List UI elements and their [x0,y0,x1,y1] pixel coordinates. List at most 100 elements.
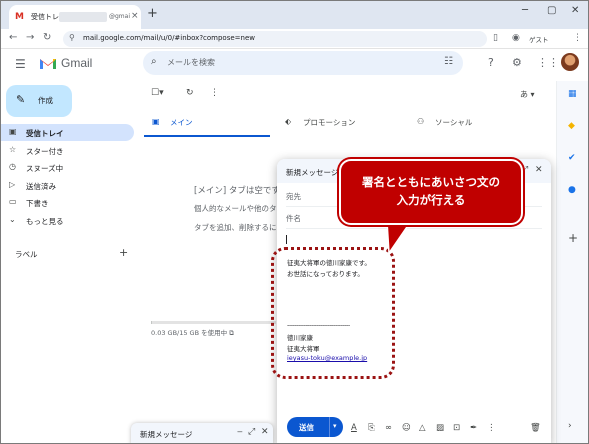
highlight-outline [271,247,395,379]
signature-pen-icon[interactable]: ✒ [470,423,477,433]
empty-state-title: [メイン] タブは空です [194,186,280,196]
close-window-icon[interactable]: ✕ [571,5,579,16]
tasks-icon[interactable]: ✔ [568,153,576,163]
gmail-logo-icon[interactable] [39,56,57,70]
fullscreen-icon[interactable]: ⤢ [248,427,255,437]
annotation-callout: 署名とともにあいさつ文の 入力が行える [339,159,523,225]
browser-toolbar: ← → ↻ ⚲ mail.google.com/mail/u/0/#inbox?… [1,29,588,49]
sidebar-item-starred[interactable]: ☆ スター付き [1,142,134,159]
help-icon[interactable]: ? [488,56,494,69]
search-input[interactable]: メールを検索 [167,57,215,68]
send-button[interactable]: 送信 ▾ [287,417,343,437]
expand-panel-icon[interactable]: › [568,421,572,431]
link-icon[interactable]: ∞ [385,423,392,433]
more-options-icon[interactable]: ⋮ [487,423,496,433]
screenshot-frame: M 受信トレイ @gmai × + ─ ▢ ✕ ← → ↻ ⚲ mail.goo… [0,0,589,444]
sidebar-item-label: 受信トレイ [26,129,64,138]
browser-menu-icon[interactable]: ⋮ [573,33,582,43]
drive-icon[interactable]: △ [419,423,426,433]
callout-line: 入力が行える [396,193,466,207]
tab-primary[interactable]: ▣ メイン [152,109,272,137]
refresh-icon[interactable]: ↻ [186,88,194,98]
new-tab-button[interactable]: + [147,6,158,21]
url-text[interactable]: mail.google.com/mail/u/0/#inbox?compose=… [83,34,255,42]
search-icon[interactable]: ⌕ [151,56,157,67]
address-bar[interactable]: ⚲ mail.google.com/mail/u/0/#inbox?compos… [63,31,487,47]
calendar-icon[interactable]: ▦ [568,89,577,99]
sidebar-item-label: 送信済み [26,182,56,191]
search-bar[interactable]: ⌕ メールを検索 ☷ [143,51,463,75]
tab-close-icon[interactable]: × [131,11,139,21]
minimized-compose-title: 新規メッセージ [140,430,193,439]
chevron-down-icon: ⌄ [9,215,16,224]
reload-icon[interactable]: ↻ [43,32,51,43]
minimized-compose-window[interactable]: 新規メッセージ ‒ ⤢ ✕ [131,423,273,443]
main-menu-icon[interactable]: ☰ [15,57,26,71]
trash-icon[interactable]: 🗑 [530,423,541,433]
sidebar-item-inbox[interactable]: ▣ 受信トレイ [1,124,134,141]
callout-line: 署名とともにあいさつ文の [362,175,500,189]
external-link-icon[interactable]: ⧉ [229,329,234,337]
schedule-send-icon[interactable]: ▾ [333,422,337,430]
back-icon[interactable]: ← [9,32,17,43]
add-addon-icon[interactable]: + [568,231,578,245]
close-icon[interactable]: ✕ [261,427,269,437]
keep-icon[interactable]: ◆ [568,121,575,131]
tab-redacted-address [59,12,107,22]
compose-title: 新規メッセージ [286,168,339,177]
storage-usage-label: 0.03 GB/15 GB を使用中 [151,329,228,337]
storage-usage-bar [151,321,276,324]
side-panel-icon[interactable]: ▯ [493,33,498,43]
settings-gear-icon[interactable]: ⚙ [512,56,522,69]
browser-tab[interactable]: M 受信トレイ @gmai × [9,5,141,29]
photo-icon[interactable]: ▨ [436,423,444,433]
forward-icon[interactable]: → [26,32,34,43]
labels-heading: ラベル [15,250,38,259]
tab-label: ソーシャル [435,118,473,127]
search-options-icon[interactable]: ☷ [444,56,453,67]
empty-state-text: 個人的なメールや他のタ [194,204,277,213]
pencil-icon: ✎ [16,93,26,106]
close-icon[interactable]: ✕ [535,165,543,175]
compose-button[interactable]: ✎ 作成 [6,85,72,117]
maximize-window-icon[interactable]: ▢ [547,5,556,16]
account-avatar[interactable] [561,53,579,71]
site-info-icon[interactable]: ⚲ [69,33,75,42]
sidebar-item-more[interactable]: ⌄ もっと見る [1,212,134,229]
apps-grid-icon[interactable]: ⋮⋮ [537,56,559,69]
side-panel: ▦ ◆ ✔ ● + › [556,81,588,443]
tab-social[interactable]: ⚇ ソーシャル [417,109,537,137]
sidebar-item-label: 下書き [26,199,49,208]
tag-icon: ⬖ [285,117,292,126]
add-label-icon[interactable]: + [119,246,128,259]
minimize-window-icon[interactable]: ─ [522,5,528,16]
contacts-icon[interactable]: ● [568,185,576,195]
subject-label: 件名 [286,214,301,223]
send-label: 送信 [299,423,314,432]
input-tools-button[interactable]: あ ▾ [520,89,535,100]
app-name[interactable]: Gmail [61,56,92,70]
to-label: 宛先 [286,192,301,201]
select-checkbox[interactable]: ☐▾ [151,88,164,98]
confidential-icon[interactable]: ⊡ [453,423,460,433]
tab-label: メイン [170,118,193,127]
sidebar-item-snoozed[interactable]: ◷ スヌーズ中 [1,159,134,176]
guest-label[interactable]: ゲスト [529,34,549,44]
sidebar-item-drafts[interactable]: ▭ 下書き [1,194,134,211]
active-tab-indicator [144,135,270,137]
inbox-icon: ▣ [152,117,160,126]
formatting-icon[interactable]: A [351,423,357,433]
send-icon: ▷ [9,180,16,189]
tab-promotions[interactable]: ⬖ プロモーション [285,109,405,137]
attach-icon[interactable]: ⎘ [368,423,375,433]
minimize-icon[interactable]: ‒ [237,427,243,437]
sidebar-item-label: スヌーズ中 [26,164,64,173]
profile-icon[interactable]: ◉ [512,33,520,43]
browser-tab-strip: M 受信トレイ @gmai × + ─ ▢ ✕ [1,1,588,29]
storage-usage-fill [151,321,153,324]
inbox-icon: ▣ [9,127,17,136]
more-options-icon[interactable]: ⋮ [210,88,219,98]
emoji-icon[interactable]: ☺ [402,423,411,433]
sidebar-item-sent[interactable]: ▷ 送信済み [1,177,134,194]
sidebar-item-label: もっと見る [26,217,64,226]
